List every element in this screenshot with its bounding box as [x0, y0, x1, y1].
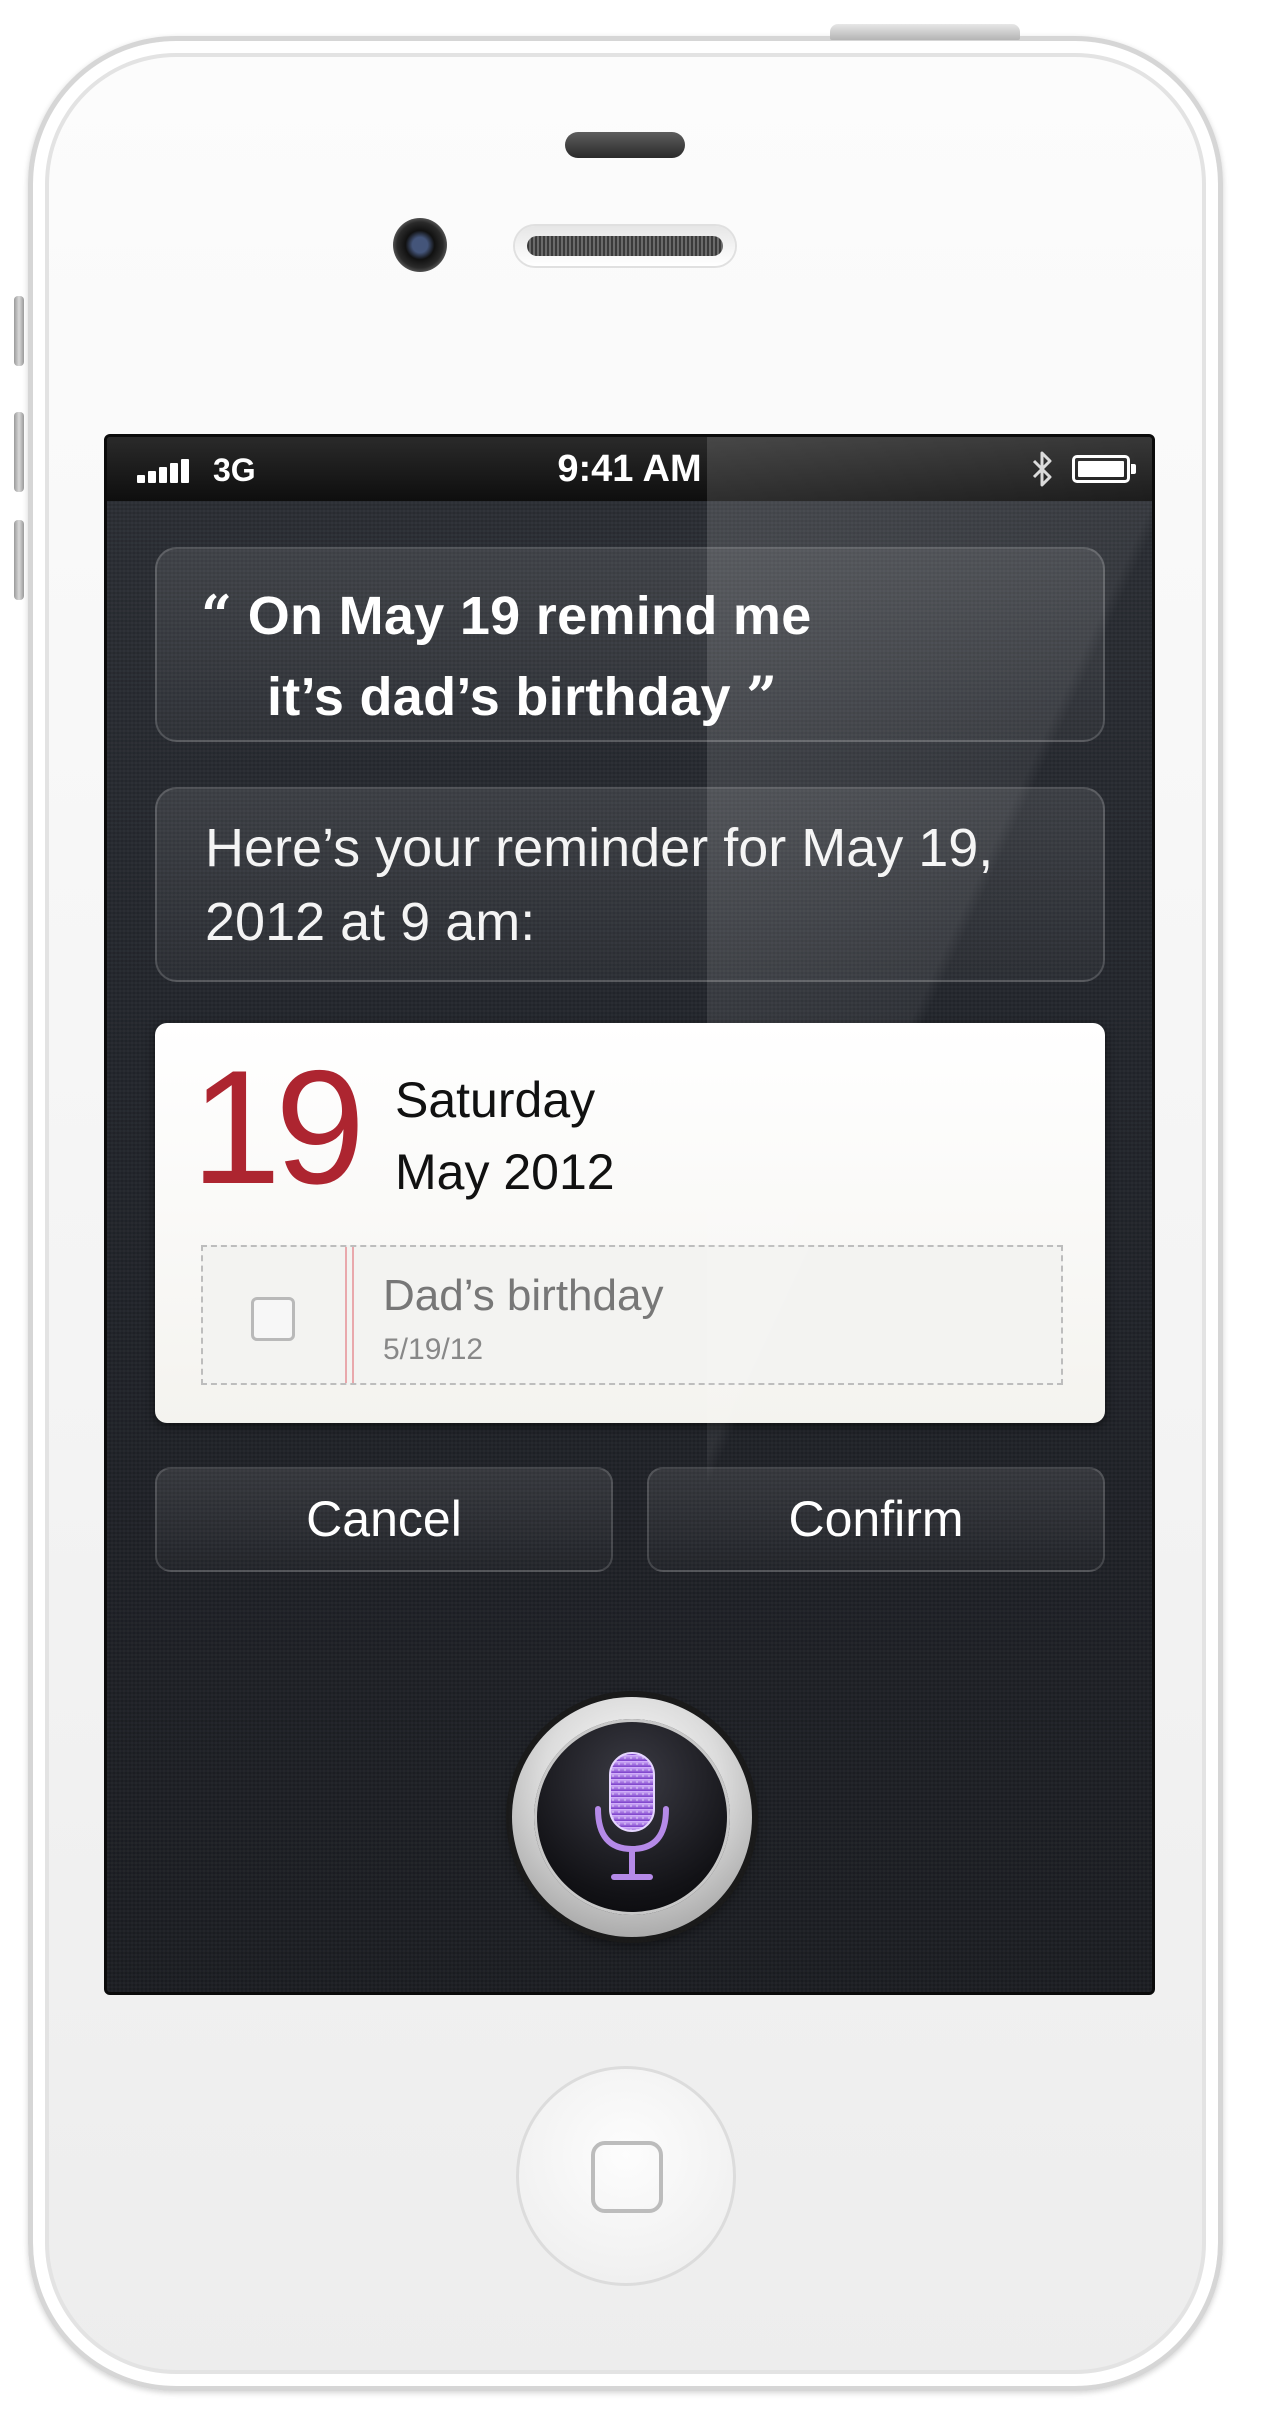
user-query-bubble: “ On May 19 remind me it’s dad’s birthda…: [155, 547, 1105, 742]
reminder-checkbox[interactable]: [251, 1297, 295, 1341]
reminder-item-title: Dad’s birthday: [383, 1271, 664, 1320]
earpiece-top-slot: [565, 132, 685, 158]
status-bar: 3G 9:41 AM: [107, 437, 1152, 501]
earpiece-speaker: [515, 226, 735, 266]
front-camera: [393, 218, 447, 272]
cancel-button[interactable]: Cancel: [155, 1467, 613, 1572]
close-quote: ”: [746, 664, 778, 728]
reminder-weekday: Saturday: [395, 1072, 596, 1128]
status-time: 9:41 AM: [557, 448, 702, 490]
battery-icon: [1072, 455, 1136, 483]
margin-line: [352, 1247, 354, 1383]
screen: 3G 9:41 AM “ On May 19 remind me it’s da…: [104, 434, 1155, 1995]
bluetooth-icon: [1032, 451, 1052, 487]
siri-microphone-button[interactable]: [512, 1697, 752, 1937]
confirm-button[interactable]: Confirm: [647, 1467, 1105, 1572]
volume-down-button[interactable]: [14, 520, 24, 600]
home-square-icon: [591, 2141, 663, 2213]
siri-response-text: Here’s your reminder for May 19, 2012 at…: [205, 818, 994, 952]
reminder-day-number: 19: [191, 1037, 365, 1218]
sleep-wake-button[interactable]: [830, 24, 1020, 40]
reminder-item[interactable]: Dad’s birthday 5/19/12: [201, 1245, 1063, 1385]
home-button[interactable]: [516, 2066, 736, 2286]
reminder-card[interactable]: 19 Saturday May 2012 Dad’s birthday 5/19…: [155, 1023, 1105, 1423]
margin-line: [345, 1247, 347, 1383]
user-query-text: “ On May 19 remind me it’s dad’s birthda…: [201, 575, 812, 737]
volume-up-button[interactable]: [14, 412, 24, 492]
siri-response-bubble: Here’s your reminder for May 19, 2012 at…: [155, 787, 1105, 982]
mute-switch[interactable]: [14, 296, 24, 366]
open-quote: “: [201, 583, 233, 647]
reminder-month-year: May 2012: [395, 1144, 615, 1200]
microphone-icon: [595, 1752, 669, 1880]
reminder-item-date: 5/19/12: [383, 1333, 484, 1366]
user-query-line2: it’s dad’s birthday: [267, 667, 731, 727]
user-query-line1: On May 19 remind me: [247, 586, 812, 646]
